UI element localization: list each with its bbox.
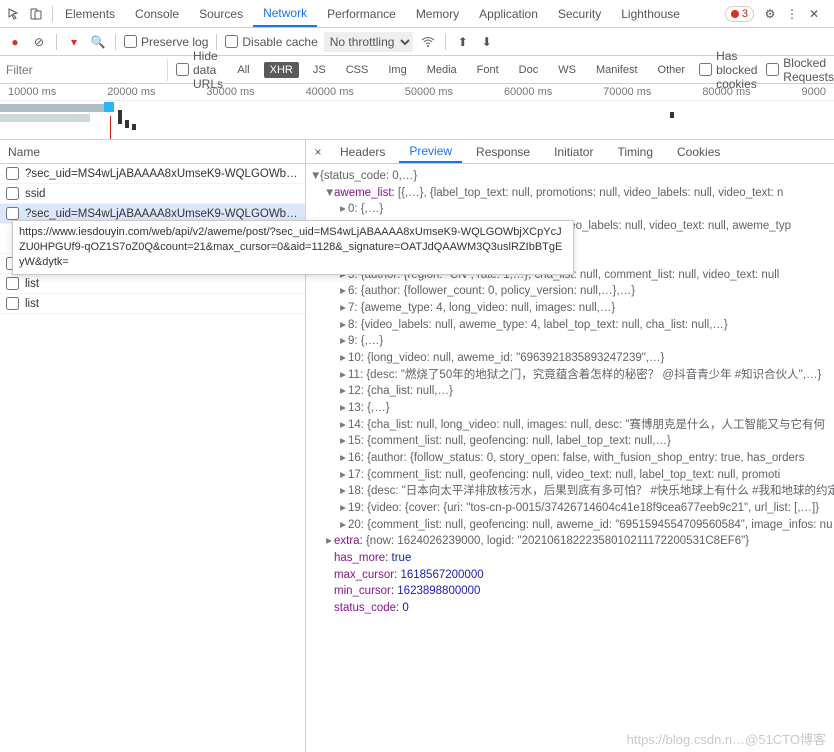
json-leaf: 1618567200000 bbox=[400, 569, 483, 581]
tl-tick: 20000 ms bbox=[107, 86, 155, 98]
tl-tick: 30000 ms bbox=[206, 86, 254, 98]
tab-response[interactable]: Response bbox=[466, 142, 540, 162]
clear-icon[interactable]: ⊘ bbox=[30, 33, 48, 51]
json-node[interactable]: 8: {video_labels: null, aweme_type: 4, l… bbox=[348, 319, 728, 331]
preserve-log-checkbox[interactable]: Preserve log bbox=[124, 35, 208, 49]
tl-tick: 40000 ms bbox=[306, 86, 354, 98]
tab-memory[interactable]: Memory bbox=[406, 0, 469, 27]
json-node[interactable]: 11: {desc: "燃烧了50年的地狱之门，究竟蕴含着怎样的秘密？ @抖音青… bbox=[348, 369, 821, 381]
search-icon[interactable]: 🔍 bbox=[89, 33, 107, 51]
close-detail-icon[interactable]: × bbox=[310, 145, 326, 159]
tab-headers[interactable]: Headers bbox=[330, 142, 395, 162]
type-img[interactable]: Img bbox=[382, 62, 412, 78]
json-node[interactable]: 19: {video: {cover: {uri: "tos-cn-p-0015… bbox=[348, 502, 819, 514]
tl-tick: 80000 ms bbox=[702, 86, 750, 98]
json-node[interactable]: 16: {author: {follow_status: 0, story_op… bbox=[348, 452, 804, 464]
error-badge[interactable]: 3 bbox=[725, 6, 754, 22]
tab-console[interactable]: Console bbox=[125, 0, 189, 27]
type-doc[interactable]: Doc bbox=[513, 62, 545, 78]
type-media[interactable]: Media bbox=[421, 62, 463, 78]
request-row[interactable]: ?sec_uid=MS4wLjABAAAA8xUmseK9-WQLGOWbjXC… bbox=[0, 164, 305, 184]
type-css[interactable]: CSS bbox=[340, 62, 375, 78]
gear-icon[interactable]: ⚙ bbox=[762, 6, 778, 22]
url-tooltip: https://www.iesdouyin.com/web/api/v2/awe… bbox=[12, 220, 574, 275]
tab-sources[interactable]: Sources bbox=[189, 0, 253, 27]
tl-tick: 9000 bbox=[802, 86, 826, 98]
json-node[interactable]: 13: {,…} bbox=[348, 402, 390, 414]
tl-tick: 50000 ms bbox=[405, 86, 453, 98]
tab-security[interactable]: Security bbox=[548, 0, 611, 27]
tab-initiator[interactable]: Initiator bbox=[544, 142, 603, 162]
json-node[interactable]: 17: {comment_list: null, geofencing: nul… bbox=[348, 469, 780, 481]
json-node[interactable]: 12: {cha_list: null,…} bbox=[348, 385, 453, 397]
type-manifest[interactable]: Manifest bbox=[590, 62, 644, 78]
record-icon[interactable]: ● bbox=[6, 33, 24, 51]
json-node[interactable]: 7: {aweme_type: 4, long_video: null, ima… bbox=[348, 302, 615, 314]
detail-tabs: × Headers Preview Response Initiator Tim… bbox=[306, 140, 834, 164]
network-timeline[interactable]: 10000 ms 20000 ms 30000 ms 40000 ms 5000… bbox=[0, 84, 834, 140]
tl-tick: 70000 ms bbox=[603, 86, 651, 98]
error-count: 3 bbox=[742, 8, 748, 20]
filter-input[interactable] bbox=[0, 59, 168, 81]
request-row[interactable]: list bbox=[0, 294, 305, 314]
type-other[interactable]: Other bbox=[652, 62, 692, 78]
json-node[interactable]: 18: {desc: "日本向太平洋排放核污水，后果到底有多可怕？ #快乐地球上… bbox=[348, 485, 834, 497]
filter-bar: Hide data URLs All XHR JS CSS Img Media … bbox=[0, 56, 834, 84]
json-root[interactable]: {status_code: 0,…} bbox=[320, 170, 417, 182]
json-node[interactable]: 0: {,…} bbox=[348, 203, 383, 215]
inspect-icon[interactable] bbox=[6, 6, 22, 22]
type-xhr[interactable]: XHR bbox=[264, 62, 299, 78]
disable-cache-checkbox[interactable]: Disable cache bbox=[225, 35, 317, 49]
blocked-requests-checkbox[interactable]: Blocked Requests bbox=[766, 56, 834, 84]
json-node[interactable]: [{,…}, {label_top_text: null, promotions… bbox=[398, 187, 784, 199]
watermark: https://blog.csdn.n…@51CTO博客 bbox=[627, 729, 826, 748]
tl-tick: 10000 ms bbox=[8, 86, 56, 98]
type-font[interactable]: Font bbox=[471, 62, 505, 78]
name-column-header[interactable]: Name bbox=[0, 140, 305, 164]
tab-elements[interactable]: Elements bbox=[55, 0, 125, 27]
device-icon[interactable] bbox=[28, 6, 44, 22]
tab-lighthouse[interactable]: Lighthouse bbox=[611, 0, 690, 27]
devtools-tabbar: Elements Console Sources Network Perform… bbox=[0, 0, 834, 28]
json-node[interactable]: 10: {long_video: null, aweme_id: "696392… bbox=[348, 352, 664, 364]
json-leaf: 0 bbox=[402, 602, 408, 614]
json-leaf: 1623898800000 bbox=[397, 585, 480, 597]
tab-cookies[interactable]: Cookies bbox=[667, 142, 730, 162]
disable-cache-label: Disable cache bbox=[242, 35, 317, 49]
preserve-log-label: Preserve log bbox=[141, 35, 208, 49]
request-row[interactable]: ssid bbox=[0, 184, 305, 204]
type-ws[interactable]: WS bbox=[552, 62, 582, 78]
tl-tick: 60000 ms bbox=[504, 86, 552, 98]
filter-icon[interactable]: ▾ bbox=[65, 33, 83, 51]
json-node[interactable]: 20: {comment_list: null, geofencing: nul… bbox=[348, 519, 832, 531]
json-node[interactable]: 9: {,…} bbox=[348, 335, 383, 347]
type-all[interactable]: All bbox=[231, 62, 255, 78]
json-node[interactable]: 14: {cha_list: null, long_video: null, i… bbox=[348, 419, 825, 431]
type-js[interactable]: JS bbox=[307, 62, 332, 78]
kebab-icon[interactable]: ⋮ bbox=[784, 6, 800, 22]
tab-performance[interactable]: Performance bbox=[317, 0, 406, 27]
tab-preview[interactable]: Preview bbox=[399, 141, 462, 163]
tab-timing[interactable]: Timing bbox=[607, 142, 663, 162]
json-leaf: true bbox=[392, 552, 412, 564]
request-row[interactable]: list bbox=[0, 274, 305, 294]
json-node[interactable]: 15: {comment_list: null, geofencing: nul… bbox=[348, 435, 671, 447]
tab-application[interactable]: Application bbox=[469, 0, 548, 27]
tab-network[interactable]: Network bbox=[253, 0, 317, 27]
blocked-requests-label: Blocked Requests bbox=[783, 56, 834, 84]
panel-tabs: Elements Console Sources Network Perform… bbox=[55, 0, 725, 27]
json-node[interactable]: {now: 1624026239000, logid: "20210618222… bbox=[366, 535, 749, 547]
json-node[interactable]: 6: {author: {follower_count: 0, policy_v… bbox=[348, 285, 635, 297]
close-icon[interactable]: ✕ bbox=[806, 6, 822, 22]
